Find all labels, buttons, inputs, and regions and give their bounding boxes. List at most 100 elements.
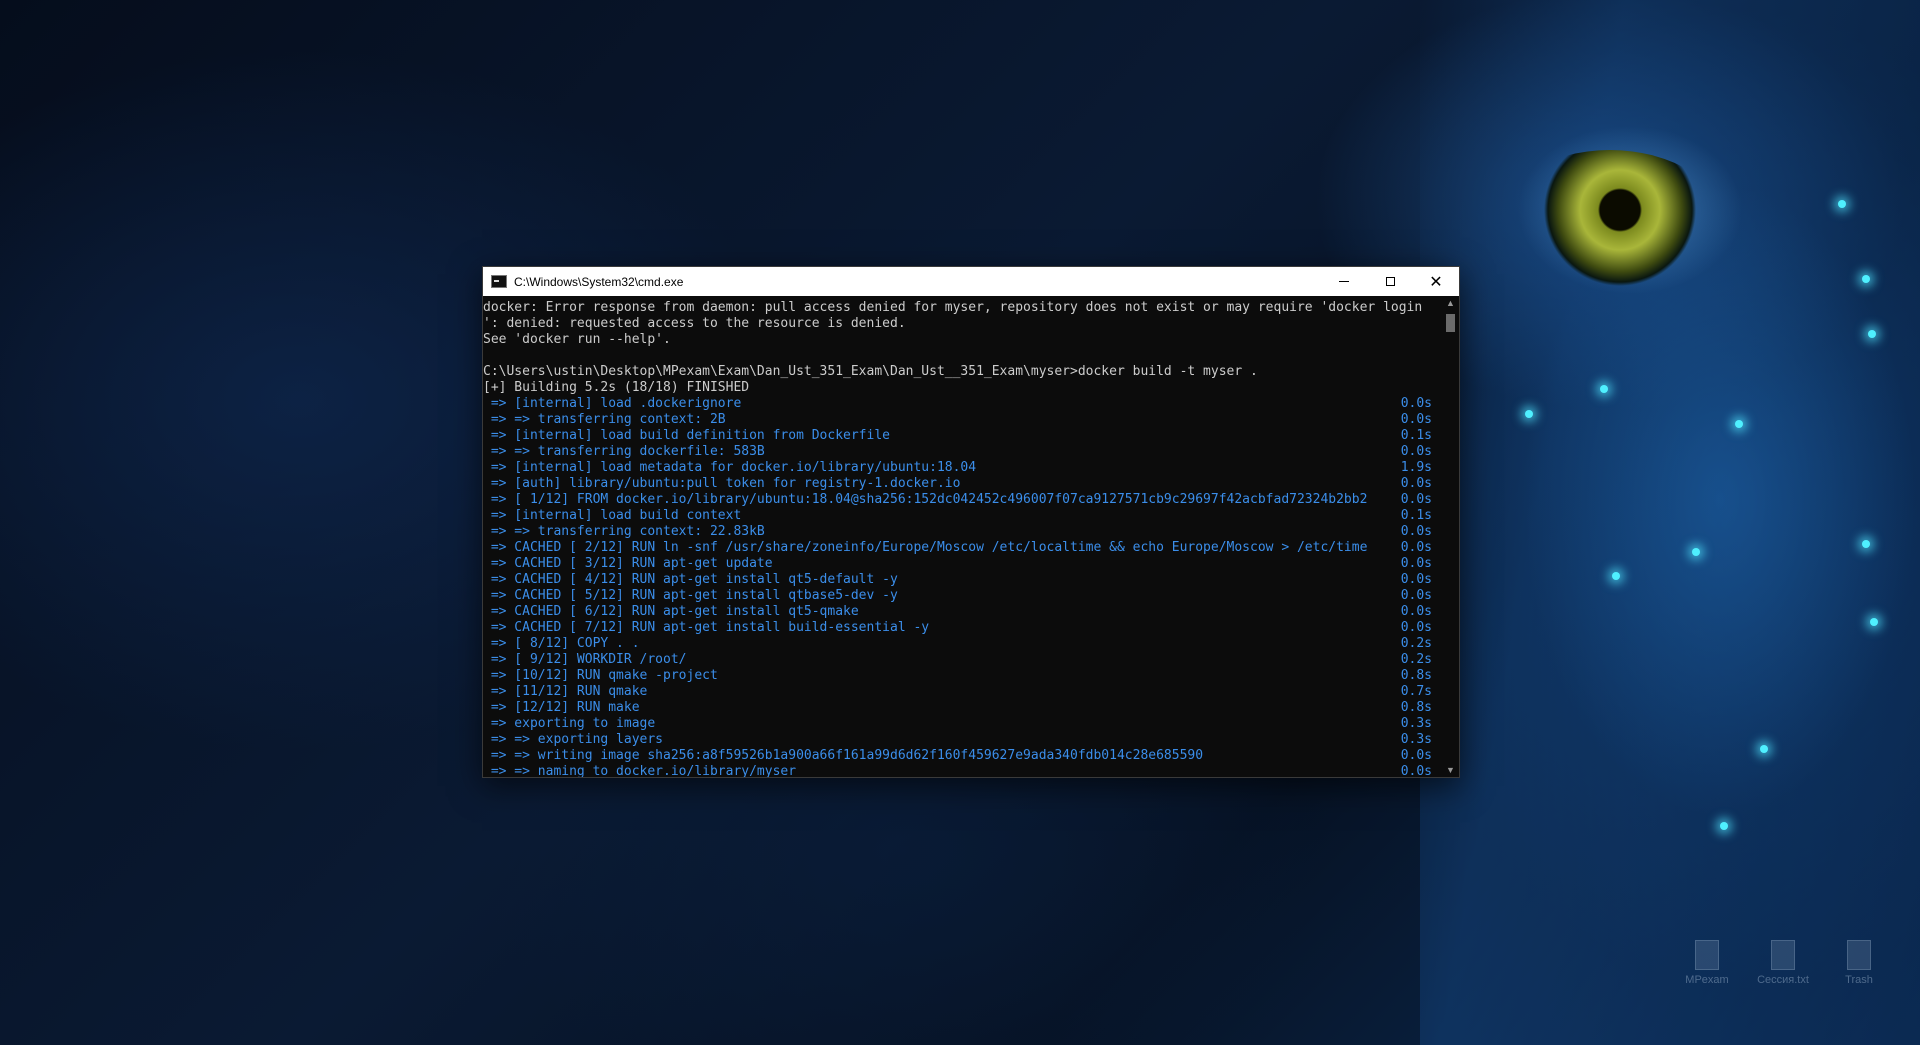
build-step-line: => CACHED [ 6/12] RUN apt-get install qt… <box>483 604 1442 620</box>
build-step-time: 0.0s <box>1400 764 1432 777</box>
maximize-button[interactable] <box>1367 267 1413 296</box>
console-line-text <box>483 348 1442 364</box>
build-step-text: => CACHED [ 6/12] RUN apt-get install qt… <box>483 604 859 619</box>
build-step-text: => CACHED [ 5/12] RUN apt-get install qt… <box>483 588 898 603</box>
scroll-up-arrow-icon[interactable]: ▲ <box>1442 296 1459 310</box>
console-output[interactable]: docker: Error response from daemon: pull… <box>483 296 1442 777</box>
cmd-window: C:\Windows\System32\cmd.exe ✕ docker: Er… <box>482 266 1460 778</box>
build-step-text: => [internal] load build context <box>483 508 742 523</box>
console-line: [+] Building 5.2s (18/18) FINISHED <box>483 380 1442 396</box>
build-step-line: => CACHED [ 7/12] RUN apt-get install bu… <box>483 620 1442 636</box>
build-step-line: => [ 9/12] WORKDIR /root/0.2s <box>483 652 1442 668</box>
console-line <box>483 348 1442 364</box>
build-step-time: 0.0s <box>1400 492 1432 507</box>
build-step-text: => [auth] library/ubuntu:pull token for … <box>483 476 961 491</box>
build-step-line: => => naming to docker.io/library/myser 0… <box>483 764 1442 777</box>
build-step-text: => exporting to image <box>483 716 656 731</box>
build-step-line: => [auth] library/ubuntu:pull token for … <box>483 476 1442 492</box>
console-line: docker: Error response from daemon: pull… <box>483 300 1442 316</box>
desktop-icon-label: Trash <box>1845 974 1873 986</box>
minimize-button[interactable] <box>1321 267 1367 296</box>
build-step-time: 0.0s <box>1400 412 1432 427</box>
build-step-text: => CACHED [ 2/12] RUN ln -snf /usr/share… <box>483 540 1368 555</box>
build-step-text: => CACHED [ 7/12] RUN apt-get install bu… <box>483 620 930 635</box>
build-step-time: 0.0s <box>1400 396 1432 411</box>
build-step-text: => => transferring dockerfile: 583B <box>483 444 765 459</box>
close-button[interactable]: ✕ <box>1413 267 1459 296</box>
build-step-text: => [internal] load metadata for docker.i… <box>483 460 977 475</box>
build-step-text: => [ 9/12] WORKDIR /root/ <box>483 652 687 667</box>
text-file-icon <box>1771 940 1795 970</box>
desktop-icon-mpexam[interactable]: MPexam <box>1672 940 1742 986</box>
desktop-icon-label: MPexam <box>1685 974 1729 986</box>
build-step-time: 0.0s <box>1400 476 1432 491</box>
build-step-text: => [ 1/12] FROM docker.io/library/ubuntu… <box>483 492 1368 507</box>
trash-icon <box>1847 940 1871 970</box>
build-step-line: => => writing image sha256:a8f59526b1a90… <box>483 748 1442 764</box>
build-step-time: 0.8s <box>1400 668 1432 683</box>
build-step-line: => CACHED [ 2/12] RUN ln -snf /usr/share… <box>483 540 1442 556</box>
desktop-icon-session-txt[interactable]: Сессия.txt <box>1748 940 1818 986</box>
build-step-line: => CACHED [ 4/12] RUN apt-get install qt… <box>483 572 1442 588</box>
build-step-line: => => transferring dockerfile: 583B 0.0s <box>483 444 1442 460</box>
build-step-line: => [10/12] RUN qmake -project 0.8s <box>483 668 1442 684</box>
build-step-time: 0.0s <box>1400 540 1432 555</box>
console-line-text: ': denied: requested access to the resou… <box>483 316 906 331</box>
scroll-down-arrow-icon[interactable]: ▼ <box>1442 763 1459 777</box>
build-step-time: 0.0s <box>1400 604 1432 619</box>
desktop-icon-trash[interactable]: Trash <box>1824 940 1894 986</box>
build-step-text: => [internal] load .dockerignore <box>483 396 742 411</box>
console-line: ': denied: requested access to the resou… <box>483 316 1442 332</box>
wallpaper-eye <box>1495 150 1725 300</box>
build-step-time: 0.0s <box>1400 556 1432 571</box>
build-step-text: => [12/12] RUN make <box>483 700 640 715</box>
build-step-time: 0.3s <box>1400 716 1432 731</box>
window-controls: ✕ <box>1321 267 1459 296</box>
build-step-line: => [ 8/12] COPY . . 0.2s <box>483 636 1442 652</box>
build-step-text: => [internal] load build definition from… <box>483 428 890 443</box>
build-step-line: => CACHED [ 5/12] RUN apt-get install qt… <box>483 588 1442 604</box>
build-step-text: => => exporting layers <box>483 732 664 747</box>
build-step-text: => CACHED [ 3/12] RUN apt-get update <box>483 556 773 571</box>
title-bar[interactable]: C:\Windows\System32\cmd.exe ✕ <box>483 267 1459 296</box>
build-step-text: => [ 8/12] COPY . . <box>483 636 640 651</box>
build-step-line: => [ 1/12] FROM docker.io/library/ubuntu… <box>483 492 1442 508</box>
wallpaper-face <box>1420 0 1920 1045</box>
build-step-time: 0.1s <box>1400 428 1432 443</box>
scroll-thumb[interactable] <box>1446 314 1455 332</box>
build-step-text: => => writing image sha256:a8f59526b1a90… <box>483 748 1204 763</box>
build-step-text: => [11/12] RUN qmake <box>483 684 648 699</box>
build-step-time: 0.3s <box>1400 732 1432 747</box>
build-step-line: => [11/12] RUN qmake 0.7s <box>483 684 1442 700</box>
build-step-line: => exporting to image 0.3s <box>483 716 1442 732</box>
build-step-time: 0.0s <box>1400 444 1432 459</box>
build-step-time: 0.0s <box>1400 524 1432 539</box>
build-step-line: => [internal] load build context 0.1s <box>483 508 1442 524</box>
build-step-time: 0.0s <box>1400 620 1432 635</box>
console-line-text: docker: Error response from daemon: pull… <box>483 300 1423 315</box>
desktop-icon-label: Сессия.txt <box>1757 974 1809 986</box>
vertical-scrollbar[interactable]: ▲ ▼ <box>1442 296 1459 777</box>
build-step-text: => CACHED [ 4/12] RUN apt-get install qt… <box>483 572 898 587</box>
console-line-text: See 'docker run --help'. <box>483 332 671 347</box>
build-step-line: => => transferring context: 2B 0.0s <box>483 412 1442 428</box>
build-step-line: => [internal] load metadata for docker.i… <box>483 460 1442 476</box>
build-step-text: => => naming to docker.io/library/myser <box>483 764 797 777</box>
window-title: C:\Windows\System32\cmd.exe <box>514 274 684 289</box>
build-step-time: 0.0s <box>1400 748 1432 763</box>
console-line: See 'docker run --help'. <box>483 332 1442 348</box>
build-step-text: => [10/12] RUN qmake -project <box>483 668 718 683</box>
build-step-time: 0.8s <box>1400 700 1432 715</box>
build-step-text: => => transferring context: 22.83kB <box>483 524 765 539</box>
console-line: C:\Users\ustin\Desktop\MPexam\Exam\Dan_U… <box>483 364 1442 380</box>
cmd-app-icon[interactable] <box>491 275 507 288</box>
build-step-line: => => exporting layers 0.3s <box>483 732 1442 748</box>
build-step-time: 0.0s <box>1400 572 1432 587</box>
build-step-time: 0.2s <box>1400 652 1432 667</box>
console-line-text: C:\Users\ustin\Desktop\MPexam\Exam\Dan_U… <box>483 364 1258 379</box>
build-step-time: 0.2s <box>1400 636 1432 651</box>
build-step-line: => [internal] load build definition from… <box>483 428 1442 444</box>
build-step-time: 0.0s <box>1400 588 1432 603</box>
build-step-line: => [internal] load .dockerignore 0.0s <box>483 396 1442 412</box>
build-step-line: => CACHED [ 3/12] RUN apt-get update 0.0s <box>483 556 1442 572</box>
